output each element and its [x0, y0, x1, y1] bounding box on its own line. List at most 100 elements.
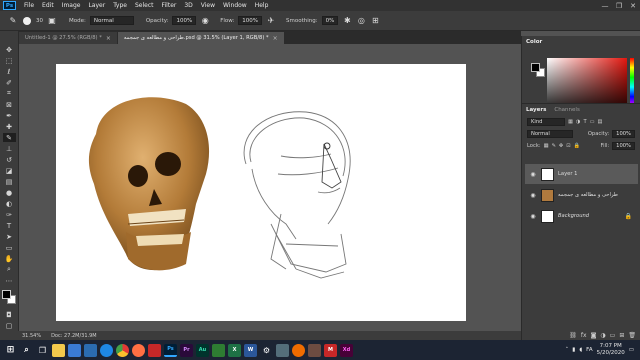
language-indicator[interactable]: FA	[586, 347, 592, 353]
mode-select[interactable]: Normal	[89, 16, 134, 25]
quick-mask-icon[interactable]: ◘	[3, 310, 16, 319]
gradient-tool-icon[interactable]: ▤	[3, 177, 16, 186]
chevron-up-icon[interactable]: ˄	[565, 347, 568, 353]
pressure-opacity-icon[interactable]: ◉	[200, 16, 210, 26]
pdf-icon[interactable]	[148, 343, 161, 357]
menu-help[interactable]: Help	[251, 2, 273, 9]
healing-tool-icon[interactable]: ✚	[3, 122, 16, 131]
media-icon[interactable]	[276, 343, 289, 357]
au-icon[interactable]: Au	[196, 343, 209, 357]
zoom-tool-icon[interactable]: ⌕	[3, 265, 16, 274]
filter-type-icon[interactable]: T	[583, 119, 586, 125]
hand-tool-icon[interactable]: ✋	[3, 254, 16, 263]
eyedropper-tool-icon[interactable]: ✒	[3, 111, 16, 120]
volume-icon[interactable]: ◖	[579, 347, 582, 353]
restore-button[interactable]: ❐	[612, 2, 626, 10]
store-icon[interactable]	[68, 343, 81, 357]
color-swatches[interactable]	[2, 290, 16, 304]
marquee-tool-icon[interactable]: ⬚	[3, 56, 16, 65]
word-icon[interactable]: W	[244, 343, 257, 357]
smoothing-settings-icon[interactable]: ✱	[342, 16, 352, 26]
lock-paint-icon[interactable]: ✎	[551, 143, 555, 149]
frame-tool-icon[interactable]: ⊠	[3, 100, 16, 109]
lock-all-icon[interactable]: 🔒	[574, 143, 580, 149]
minimize-button[interactable]: —	[598, 2, 612, 10]
visibility-eye-icon[interactable]: ◉	[529, 171, 537, 178]
search-icon[interactable]: ⌕	[20, 344, 33, 357]
trash-icon[interactable]: 🗑	[628, 332, 636, 339]
layer-row[interactable]: ◉ Background 🔒	[525, 206, 638, 226]
menu-edit[interactable]: Edit	[38, 2, 58, 9]
filter-smart-icon[interactable]: ▤	[598, 119, 603, 125]
shape-tool-icon[interactable]: ▭	[3, 243, 16, 252]
fx-icon[interactable]: fx	[581, 332, 587, 339]
lock-artboard-icon[interactable]: ⊡	[566, 143, 570, 149]
close-button[interactable]: ✕	[626, 2, 640, 10]
lock-position-icon[interactable]: ✥	[559, 143, 563, 149]
color-foreground-swatch[interactable]	[531, 63, 540, 72]
windows-icon[interactable]: ⊞	[4, 344, 17, 357]
menu-view[interactable]: View	[197, 2, 219, 9]
mail-icon[interactable]	[84, 343, 97, 357]
settings-icon[interactable]: ⚙	[260, 344, 273, 357]
kind-filter-select[interactable]: Kind	[527, 118, 565, 126]
tab-close-icon[interactable]: ×	[273, 35, 278, 42]
flow-field[interactable]: 100%	[238, 16, 263, 25]
network-icon[interactable]: ▮	[572, 347, 575, 353]
visibility-eye-icon[interactable]: ◉	[529, 213, 537, 220]
excel-icon[interactable]: X	[228, 343, 241, 357]
tab-close-icon[interactable]: ×	[106, 35, 111, 42]
color-panel-tab[interactable]: Color	[526, 39, 542, 45]
edge-icon[interactable]	[100, 343, 113, 357]
opacity-field[interactable]: 100%	[172, 16, 197, 25]
player-icon[interactable]	[292, 343, 305, 357]
filter-pixel-icon[interactable]: ▦	[568, 119, 573, 125]
fill-field[interactable]: 100%	[612, 142, 635, 150]
notifications-icon[interactable]: ▭	[629, 347, 634, 353]
quick-select-tool-icon[interactable]: ✐	[3, 78, 16, 87]
pen-tool-icon[interactable]: ✑	[3, 210, 16, 219]
path-select-tool-icon[interactable]: ➤	[3, 232, 16, 241]
history-brush-tool-icon[interactable]: ↺	[3, 155, 16, 164]
blur-tool-icon[interactable]: ●	[3, 188, 16, 197]
cam-icon[interactable]	[212, 343, 225, 357]
clock[interactable]: 7:07 PM 5/20/2020	[597, 343, 625, 357]
layer-opacity-field[interactable]: 100%	[612, 130, 635, 138]
filter-shape-icon[interactable]: ▭	[590, 119, 595, 125]
brush-settings-icon[interactable]: ▣	[47, 16, 57, 26]
xd-icon[interactable]: Xd	[340, 343, 353, 357]
tab-skull-study[interactable]: طراحی و مطالعه ی جمجمه.psd @ 31.5% (Laye…	[117, 32, 285, 44]
pr-icon[interactable]: Pr	[180, 343, 193, 357]
lasso-tool-icon[interactable]: ℓ	[3, 67, 16, 76]
blend-mode-select[interactable]: Normal	[527, 130, 573, 138]
menu-window[interactable]: Window	[219, 2, 251, 9]
new-layer-icon[interactable]: ⊞	[619, 332, 624, 339]
symmetry-icon[interactable]: ⊞	[370, 16, 380, 26]
type-tool-icon[interactable]: T	[3, 221, 16, 230]
menu-image[interactable]: Image	[58, 2, 85, 9]
explorer-icon[interactable]	[52, 343, 65, 357]
app-icon[interactable]	[308, 343, 321, 357]
link-icon[interactable]: ⛓	[569, 332, 577, 339]
ps-icon[interactable]: Ps	[164, 343, 177, 357]
layer-row[interactable]: ◉ Layer 1	[525, 164, 638, 184]
menu-select[interactable]: Select	[131, 2, 158, 9]
task-view-icon[interactable]: ❐	[36, 344, 49, 357]
adjustment-icon[interactable]: ◑	[600, 332, 605, 339]
tab-untitled[interactable]: Untitled-1 @ 27.5% (RGB/8) * ×	[19, 32, 118, 44]
smoothing-field[interactable]: 0%	[321, 16, 339, 25]
move-tool-icon[interactable]: ✥	[3, 45, 16, 54]
crop-tool-icon[interactable]: ⌗	[3, 89, 16, 98]
more-tools-icon[interactable]: ⋯	[3, 276, 16, 285]
layer-row[interactable]: ◉ طراحی و مطالعه ی جمجمه	[525, 185, 638, 205]
tab-layers[interactable]: Layers	[526, 107, 546, 113]
dodge-tool-icon[interactable]: ◐	[3, 199, 16, 208]
zoom-level[interactable]: 31.54%	[22, 333, 41, 339]
menu-file[interactable]: File	[20, 2, 38, 9]
visibility-eye-icon[interactable]: ◉	[529, 192, 537, 199]
filter-adjust-icon[interactable]: ◑	[576, 119, 581, 125]
eraser-tool-icon[interactable]: ◪	[3, 166, 16, 175]
menu-layer[interactable]: Layer	[84, 2, 109, 9]
menu-3d[interactable]: 3D	[180, 2, 196, 9]
mcafee-icon[interactable]: M	[324, 343, 337, 357]
